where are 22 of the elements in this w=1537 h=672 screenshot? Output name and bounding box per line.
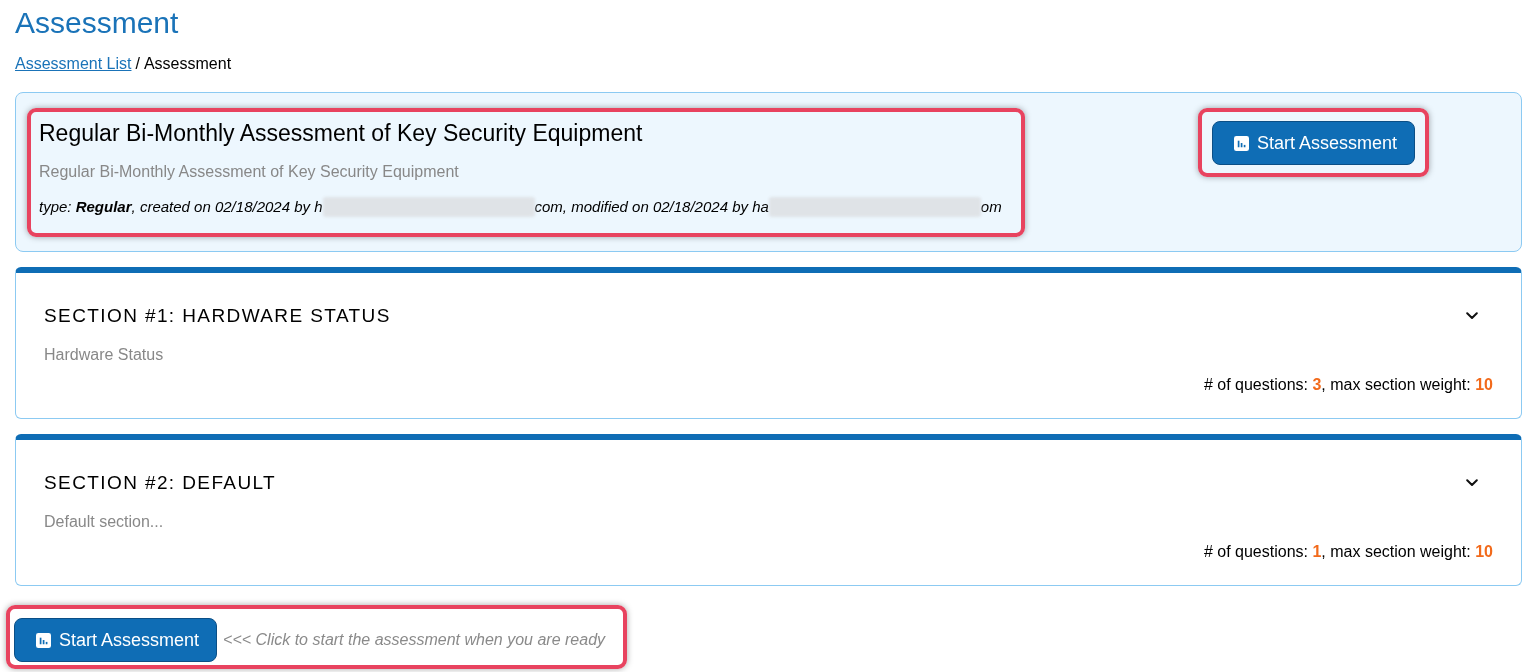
section-stats: # of questions: 3, max section weight: 10 bbox=[1203, 376, 1493, 394]
start-assessment-button[interactable]: Start Assessment bbox=[14, 618, 218, 662]
meta-text: type: Regular, created on 02/18/2024 by h bbox=[39, 198, 323, 216]
bar-chart-icon bbox=[36, 632, 51, 648]
section-stats: # of questions: 1, max section weight: 10 bbox=[1203, 543, 1493, 561]
breadcrumb-current: Assessment bbox=[143, 55, 232, 73]
section-description: Default section... bbox=[44, 513, 164, 531]
hint-text: <<< Click to start the assessment when you are ready bbox=[223, 631, 606, 649]
page-title: Assessment bbox=[15, 5, 179, 41]
assessment-title: Regular Bi-Monthly Assessment of Key Security Equipment bbox=[39, 120, 643, 147]
breadcrumb-separator: / bbox=[135, 55, 140, 73]
start-assessment-button[interactable]: Start Assessment bbox=[1211, 121, 1415, 165]
meta-text: com, modified on 02/18/2024 by ha bbox=[534, 198, 769, 216]
chevron-down-icon[interactable] bbox=[1466, 312, 1478, 320]
meta-text: om bbox=[980, 198, 1002, 216]
breadcrumb-link[interactable]: Assessment List bbox=[15, 55, 132, 73]
section-title: SECTION #2: DEFAULT bbox=[44, 472, 277, 494]
chevron-down-icon[interactable] bbox=[1466, 479, 1478, 487]
section-title: SECTION #1: HARDWARE STATUS bbox=[44, 305, 391, 327]
assessment-description: Regular Bi-Monthly Assessment of Key Security Equipment bbox=[39, 163, 459, 181]
bar-chart-icon bbox=[1233, 135, 1249, 151]
section-description: Hardware Status bbox=[44, 346, 164, 364]
